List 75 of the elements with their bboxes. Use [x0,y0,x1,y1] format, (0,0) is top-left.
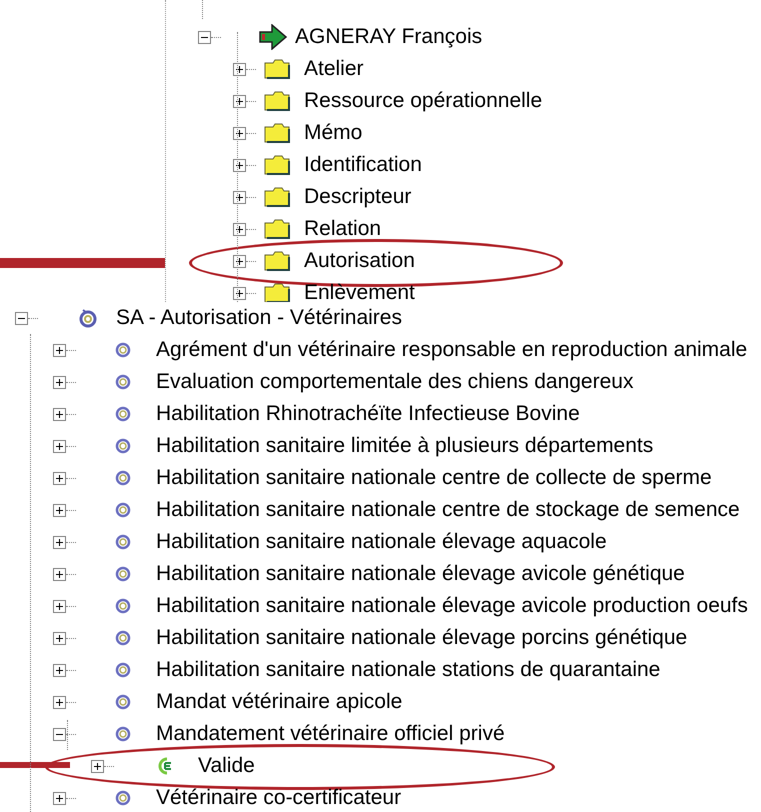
ring-icon [115,438,131,454]
tree-item-label[interactable]: Identification [304,153,422,177]
tree-item-label[interactable]: Agrément d'un vétérinaire responsable en reproduction animale [156,338,748,362]
expand-toggle[interactable] [53,632,66,644]
expand-toggle[interactable] [91,760,104,772]
tree-item-label[interactable]: Descripteur [304,185,412,209]
expand-toggle[interactable] [53,600,66,612]
expand-toggle[interactable] [233,286,246,300]
expand-toggle[interactable] [233,254,246,268]
expand-toggle[interactable] [53,440,66,452]
tree-item-label[interactable]: Habilitation sanitaire nationale élevage avicole génétique [156,562,685,586]
ring-icon [115,726,131,742]
tree-item-label[interactable]: Habilitation Rhinotrachéïte Infectieuse Bovine [156,402,580,426]
tree-item-label[interactable]: Evaluation comportementale des chiens dangereux [156,370,634,394]
expand-toggle[interactable] [233,222,246,236]
expand-toggle[interactable] [53,696,66,708]
expand-toggle[interactable] [233,190,246,204]
ring-icon [115,534,131,550]
expand-toggle[interactable] [53,472,66,484]
ring-icon [115,694,131,710]
folder-icon [264,155,290,175]
arrow-icon [258,24,288,50]
tree-item-label[interactable]: Atelier [304,57,364,81]
expand-toggle[interactable] [233,62,246,76]
pointer-bar [0,762,70,768]
ring-icon [115,598,131,614]
ring-icon [77,307,99,329]
folder-icon [264,283,290,302]
ring-icon [115,470,131,486]
ring-icon [115,566,131,582]
tree-item-label[interactable]: Vétérinaire co-certificateur [156,786,402,810]
expand-toggle[interactable] [53,792,66,804]
tree-item-label[interactable]: Autorisation [304,249,415,273]
tree-item-label[interactable]: Habilitation sanitaire nationale centre de collecte de sperme [156,466,712,490]
tree-item-label[interactable]: SA - Autorisation - Vétérinaires [116,306,402,330]
expand-toggle[interactable] [53,504,66,516]
expand-toggle[interactable] [53,408,66,420]
tree-item-label[interactable]: AGNERAY François [295,25,482,49]
tree-item-label[interactable]: Mandat vétérinaire apicole [156,690,402,714]
expand-toggle[interactable] [233,158,246,172]
tree-item-label[interactable]: Ressource opérationnelle [304,89,542,113]
tree-item-label[interactable]: Mandatement vétérinaire officiel privé [156,722,505,746]
tree-item-label[interactable]: Enlèvement [304,281,415,302]
tree-item-label[interactable]: Habilitation sanitaire nationale élevage avicole production oeufs [156,594,748,618]
tree-item-label[interactable]: Habilitation sanitaire nationale centre de stockage de semence [156,498,740,522]
collapse-toggle[interactable] [53,728,66,740]
folder-icon [264,251,290,271]
tree-item-label[interactable]: Mémo [304,121,362,145]
folder-icon [264,187,290,207]
tree-item-label[interactable]: Habilitation sanitaire nationale stations de quarantaine [156,658,660,682]
ring-icon [115,790,131,806]
folder-icon [264,91,290,111]
ring-icon [115,502,131,518]
folder-icon [264,219,290,239]
ring-icon [115,406,131,422]
ring-icon [115,374,131,390]
expand-toggle[interactable] [233,94,246,108]
collapse-toggle[interactable] [15,312,28,324]
ring-icon [115,630,131,646]
tree-item-label[interactable]: Habilitation sanitaire nationale élevage porcins génétique [156,626,688,650]
expand-toggle[interactable] [53,376,66,388]
ring-icon [115,342,131,358]
folder-icon [264,123,290,143]
expand-toggle[interactable] [53,664,66,676]
expand-toggle[interactable] [53,344,66,356]
tree-item-label[interactable]: Habilitation sanitaire limitée à plusieurs départements [156,434,654,458]
folder-icon [264,59,290,79]
expand-toggle[interactable] [53,536,66,548]
tree-item-label[interactable]: Habilitation sanitaire nationale élevage aquacole [156,530,607,554]
ring-icon [115,662,131,678]
expand-toggle[interactable] [233,126,246,140]
tree-item-label[interactable]: Relation [304,217,382,241]
tree-item-label[interactable]: Valide [198,754,255,778]
collapse-toggle[interactable] [198,30,211,44]
expand-toggle[interactable] [53,568,66,580]
